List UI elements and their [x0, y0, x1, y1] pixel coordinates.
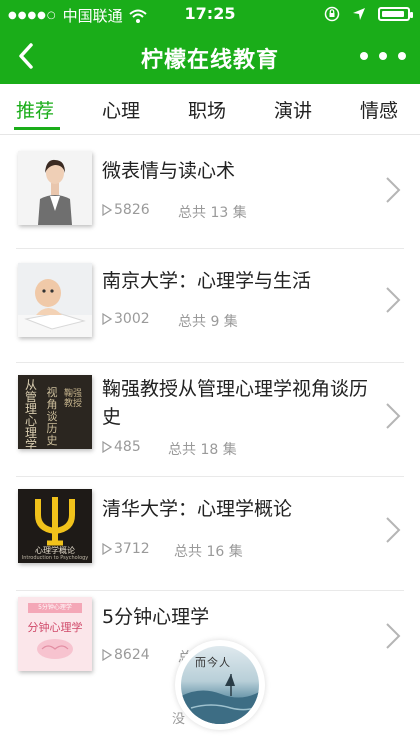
play-count-value: 3002 [114, 311, 150, 327]
album-art-disc[interactable]: 而今人 [181, 646, 259, 724]
course-thumbnail: 心理学概论 Introduction to Psychology [18, 489, 92, 563]
page-title: 柠檬在线教育 [140, 48, 279, 73]
battery-icon [378, 7, 413, 21]
play-count: 485 [102, 439, 141, 455]
course-title: 南京大学：心理学与生活 [102, 270, 312, 292]
location-arrow-icon [353, 8, 365, 20]
episode-total: 总共 16 集 [174, 544, 243, 560]
play-icon [102, 441, 112, 453]
episode-total: 总共 18 集 [168, 442, 237, 458]
baby-reading-image [18, 263, 92, 337]
chevron-right-icon [386, 403, 401, 429]
play-count: 3712 [102, 541, 150, 557]
active-tab-indicator [14, 127, 60, 130]
course-thumbnail [18, 151, 92, 225]
chevron-right-icon [386, 177, 401, 203]
chevron-right-icon [386, 517, 401, 543]
course-title: 清华大学：心理学概论 [102, 498, 293, 520]
course-thumbnail [18, 263, 92, 337]
play-icon [102, 543, 112, 555]
orientation-lock-icon [324, 6, 340, 22]
floating-audio-player[interactable]: 而今人 [175, 640, 265, 730]
status-right [324, 6, 413, 22]
thumbnail-text: 从管理心理学 [24, 378, 37, 449]
course-thumbnail: 5分钟心理学 分钟心理学 [18, 597, 92, 671]
list-item[interactable]: 微表情与读心术 5826 总共 13 集 [0, 135, 420, 249]
tab-career[interactable]: 职场 [188, 96, 226, 123]
course-title: 微表情与读心术 [102, 160, 236, 182]
chevron-right-icon [386, 623, 401, 649]
play-count-value: 3712 [114, 541, 150, 557]
episode-total: 总共 13 集 [178, 205, 247, 221]
episode-total: 总共 9 集 [178, 314, 238, 330]
navigation-bar: 柠檬在线教育 [0, 28, 420, 84]
brain-illustration [37, 639, 73, 659]
play-icon [102, 313, 112, 325]
disc-caption: 而今人 [195, 656, 231, 669]
play-count: 3002 [102, 311, 150, 327]
play-icon [102, 649, 112, 661]
list-item[interactable]: 南京大学：心理学与生活 3002 总共 9 集 [0, 249, 420, 363]
thumbnail-subtext: Introduction to Psychology [21, 555, 89, 561]
list-item[interactable]: 心理学概论 Introduction to Psychology 清华大学：心理… [0, 477, 420, 591]
play-count-value: 5826 [114, 202, 150, 218]
course-title: 鞠强教授从管理心理学视角谈历史 [102, 378, 369, 428]
play-count-value: 8624 [114, 647, 150, 663]
tab-emotion[interactable]: 情感 [360, 96, 398, 123]
more-options-icon[interactable] [360, 46, 406, 66]
tab-speech[interactable]: 演讲 [274, 96, 312, 123]
play-count: 8624 [102, 647, 150, 663]
status-bar: ●●●●○ 中国联通 17:25 [0, 0, 420, 28]
thumbnail-text-2: 视角谈历史 [46, 386, 58, 447]
course-title: 5分钟心理学 [102, 606, 210, 628]
play-icon [102, 204, 112, 216]
tab-recommended[interactable]: 推荐 [16, 96, 54, 123]
chevron-right-icon [386, 287, 401, 313]
play-count: 5826 [102, 202, 150, 218]
thumbnail-text-3: 鞠强教授 [64, 389, 83, 409]
play-count-value: 485 [114, 439, 141, 455]
category-tabs: 推荐 心理 职场 演讲 情感 [0, 84, 420, 135]
course-thumbnail: 从管理心理学 视角谈历史 鞠强教授 [18, 375, 92, 449]
tab-psychology[interactable]: 心理 [102, 96, 140, 123]
woman-in-suit-image [18, 151, 92, 225]
list-item[interactable]: 从管理心理学 视角谈历史 鞠强教授 鞠强教授从管理心理学视角谈历史 485 总共… [0, 363, 420, 477]
